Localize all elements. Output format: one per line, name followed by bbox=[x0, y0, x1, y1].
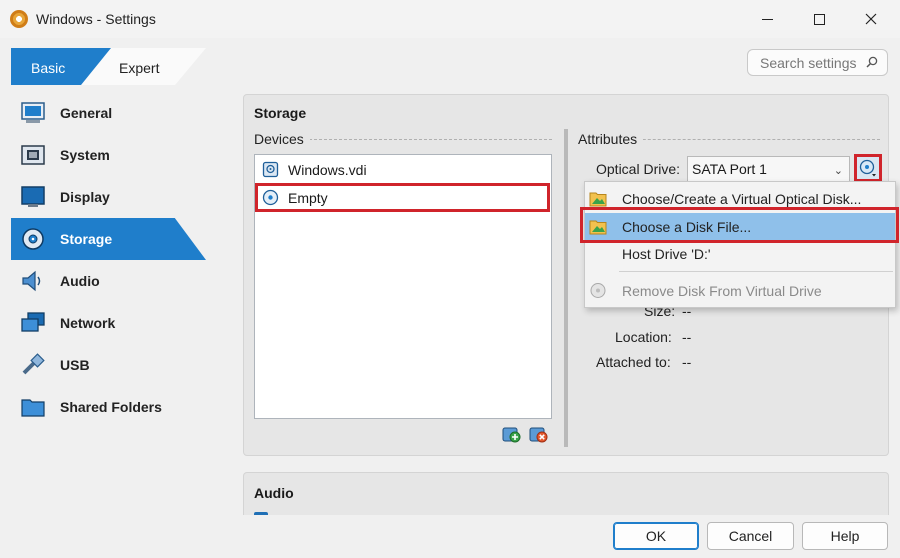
sidebar-item-label: System bbox=[60, 147, 110, 163]
remove-controller-button[interactable] bbox=[529, 425, 548, 443]
shared-folders-icon bbox=[21, 399, 45, 417]
hard-disk-icon bbox=[262, 161, 279, 178]
location-value: -- bbox=[682, 329, 692, 345]
sidebar-item-label: Network bbox=[60, 315, 116, 331]
optical-disk-menu: Choose/Create a Virtual Optical Disk... … bbox=[584, 181, 896, 308]
location-label: Location: bbox=[615, 329, 672, 345]
search-input[interactable]: Search settings bbox=[747, 49, 888, 76]
minimize-icon bbox=[761, 18, 773, 20]
sidebar-item-storage[interactable]: Storage bbox=[11, 218, 206, 260]
virtualbox-app-icon bbox=[10, 10, 28, 28]
search-icon bbox=[866, 56, 878, 68]
add-controller-button[interactable] bbox=[502, 425, 521, 443]
sidebar: General System Display Storage Audio Net… bbox=[11, 92, 211, 428]
maximize-icon bbox=[813, 13, 825, 25]
optical-drive-value: SATA Port 1 bbox=[692, 161, 767, 177]
audio-icon bbox=[22, 270, 41, 292]
page-title: Storage bbox=[254, 105, 307, 121]
sidebar-item-display[interactable]: Display bbox=[11, 176, 211, 218]
general-icon bbox=[21, 102, 45, 123]
dialog-button-bar: OK Cancel Help bbox=[0, 515, 900, 558]
menu-item-label: Remove Disk From Virtual Drive bbox=[622, 282, 822, 299]
attributes-label: Attributes bbox=[578, 131, 644, 147]
chevron-down-icon: ⌄ bbox=[833, 165, 843, 177]
folder-disk-icon bbox=[589, 192, 607, 207]
optical-disk-menu-icon bbox=[859, 159, 876, 177]
search-placeholder: Search settings bbox=[760, 54, 857, 71]
system-icon bbox=[21, 145, 45, 165]
choose-disk-file-highlight bbox=[580, 207, 899, 243]
display-icon bbox=[21, 186, 45, 207]
sidebar-item-general[interactable]: General bbox=[11, 92, 211, 134]
menu-item-remove-disk[interactable]: Remove Disk From Virtual Drive bbox=[585, 277, 895, 304]
menu-item-host-drive[interactable]: Host Drive 'D:' bbox=[585, 240, 895, 267]
choose-disk-button[interactable] bbox=[854, 154, 882, 182]
minimize-button[interactable] bbox=[744, 0, 790, 38]
add-controller-icon bbox=[502, 427, 521, 443]
sidebar-item-label: Storage bbox=[60, 231, 113, 247]
cancel-button[interactable]: Cancel bbox=[707, 522, 794, 550]
title-bar: Windows - Settings bbox=[0, 0, 900, 38]
optical-drive-label: Optical Drive: bbox=[596, 161, 681, 177]
audio-title: Audio bbox=[254, 485, 294, 501]
mode-tabs: Expert Basic bbox=[11, 48, 206, 85]
sidebar-item-system[interactable]: System bbox=[11, 134, 211, 176]
sidebar-item-label: Audio bbox=[60, 273, 100, 289]
sidebar-item-network[interactable]: Network bbox=[11, 302, 211, 344]
sidebar-item-label: Display bbox=[60, 189, 110, 205]
remove-disk-icon bbox=[590, 283, 606, 298]
ok-button[interactable]: OK bbox=[613, 522, 699, 550]
menu-item-label: Host Drive 'D:' bbox=[622, 245, 711, 262]
maximize-button[interactable] bbox=[796, 0, 842, 38]
sidebar-item-shared-folders[interactable]: Shared Folders bbox=[11, 386, 211, 428]
device-label: Windows.vdi bbox=[288, 162, 367, 178]
sidebar-item-usb[interactable]: USB bbox=[11, 344, 211, 386]
help-button[interactable]: Help bbox=[802, 522, 888, 550]
sidebar-item-label: USB bbox=[60, 357, 90, 373]
menu-separator bbox=[619, 271, 893, 272]
sidebar-item-label: General bbox=[60, 105, 113, 121]
sidebar-item-audio[interactable]: Audio bbox=[11, 260, 211, 302]
menu-item-label: Choose/Create a Virtual Optical Disk... bbox=[622, 190, 862, 207]
close-button[interactable] bbox=[848, 0, 894, 38]
device-item-hard-disk[interactable]: Windows.vdi bbox=[258, 157, 548, 183]
attached-to-label: Attached to: bbox=[596, 354, 671, 370]
attached-to-value: -- bbox=[682, 354, 692, 370]
devices-label: Devices bbox=[254, 131, 310, 147]
empty-drive-highlight bbox=[255, 183, 550, 212]
usb-icon bbox=[22, 353, 45, 375]
network-icon bbox=[21, 312, 45, 332]
remove-controller-icon bbox=[529, 427, 548, 443]
window-title: Windows - Settings bbox=[36, 11, 156, 27]
audio-panel: Audio bbox=[243, 472, 889, 517]
storage-icon bbox=[22, 228, 44, 250]
sidebar-item-label: Shared Folders bbox=[60, 399, 162, 415]
optical-drive-select[interactable]: SATA Port 1 ⌄ bbox=[687, 156, 850, 182]
close-icon bbox=[865, 13, 877, 25]
splitter[interactable] bbox=[564, 129, 568, 447]
